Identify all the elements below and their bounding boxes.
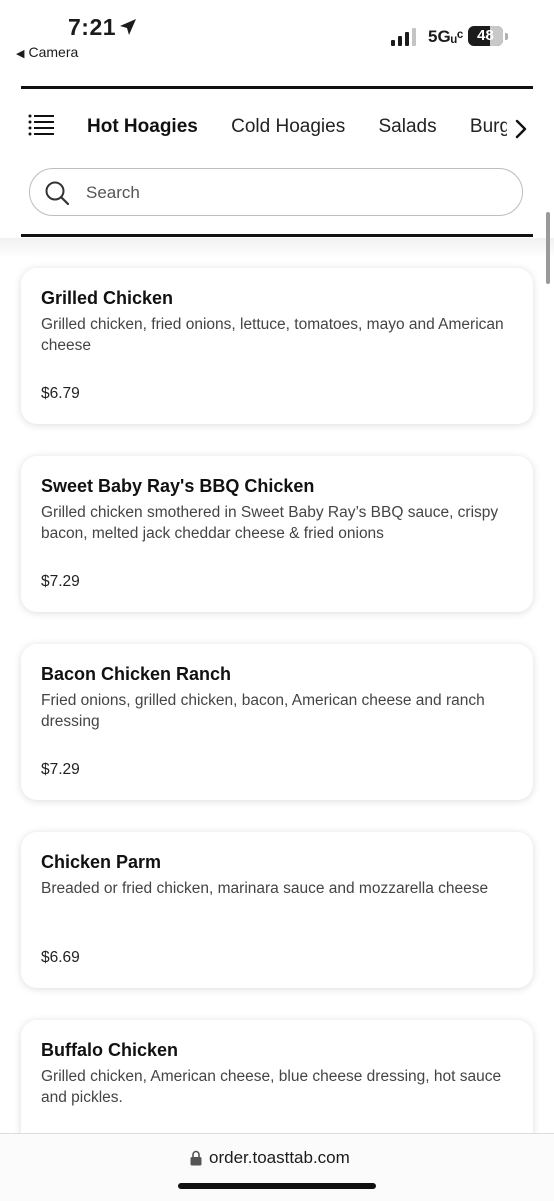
status-time: 7:21 <box>68 14 117 40</box>
battery-level: 48 <box>477 27 494 44</box>
header-top-rule <box>21 86 533 89</box>
item-name: Buffalo Chicken <box>41 1040 179 1060</box>
cellular-signal-icon <box>391 28 416 46</box>
item-description: Breaded or fried chicken, marinara sauce… <box>41 880 489 897</box>
item-price: $7.29 <box>41 761 80 778</box>
menu-item-card[interactable]: Sweet Baby Ray's BBQ Chicken Grilled chi… <box>21 456 533 612</box>
location-arrow-icon <box>120 19 136 35</box>
item-name: Chicken Parm <box>41 852 162 872</box>
item-name: Sweet Baby Ray's BBQ Chicken <box>41 476 315 496</box>
menu-item-card[interactable]: Bacon Chicken Ranch Fried onions, grille… <box>21 644 533 800</box>
item-price: $7.29 <box>41 573 80 590</box>
menu-item-card[interactable]: Grilled Chicken Grilled chicken, fried o… <box>21 268 533 424</box>
item-description: Fried onions, grilled chicken, bacon, Am… <box>41 692 485 730</box>
header-shadow <box>0 238 554 258</box>
lock-icon <box>190 1150 202 1166</box>
scrollbar-thumb[interactable] <box>546 212 550 284</box>
chevron-right-icon[interactable] <box>512 118 530 140</box>
item-name: Grilled Chicken <box>41 288 174 308</box>
battery-icon: 48 <box>468 26 508 48</box>
item-price: $6.79 <box>41 385 80 402</box>
network-type: 5Gᵤᶜ <box>428 27 464 46</box>
category-tabs: Hot Hoagies Cold Hoagies Salads Burgers <box>87 116 507 146</box>
home-indicator[interactable] <box>178 1183 376 1189</box>
back-to-camera-link[interactable]: ◀ Camera <box>16 44 78 60</box>
back-label: Camera <box>28 44 79 60</box>
tab-hot-hoagies[interactable]: Hot Hoagies <box>87 116 198 138</box>
item-description: Grilled chicken smothered in Sweet Baby … <box>41 504 499 542</box>
search-input[interactable] <box>84 179 508 207</box>
search-icon <box>45 181 70 206</box>
menu-item-card[interactable]: Chicken Parm Breaded or fried chicken, m… <box>21 832 533 988</box>
header-bottom-rule <box>21 234 533 237</box>
tab-burgers[interactable]: Burgers <box>470 116 507 138</box>
search-box <box>29 168 523 216</box>
tab-cold-hoagies[interactable]: Cold Hoagies <box>231 116 345 138</box>
item-price: $6.69 <box>41 949 80 966</box>
item-description: Grilled chicken, American cheese, blue c… <box>41 1068 502 1106</box>
item-description: Grilled chicken, fried onions, lettuce, … <box>41 316 504 354</box>
url-text[interactable]: order.toasttab.com <box>209 1148 350 1168</box>
item-name: Bacon Chicken Ranch <box>41 664 232 684</box>
back-triangle-icon: ◀ <box>16 48 25 60</box>
menu-list-icon[interactable] <box>28 113 54 137</box>
tab-salads[interactable]: Salads <box>379 116 437 138</box>
